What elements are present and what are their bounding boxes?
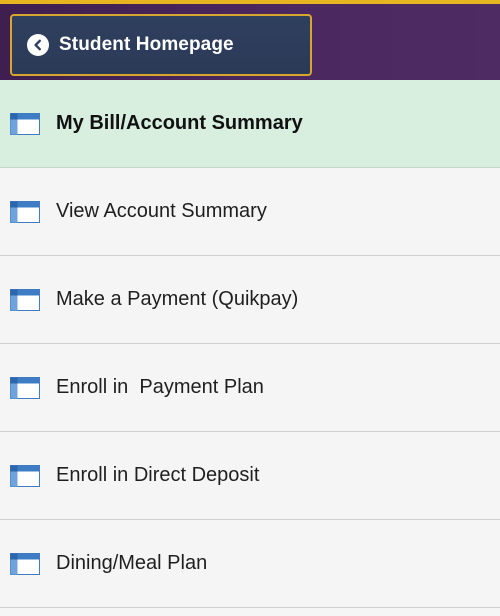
window-icon (10, 376, 44, 400)
chevron-left-circle-icon (27, 34, 49, 56)
window-icon (10, 112, 44, 136)
sidebar-menu: My Bill/Account Summary View Account Sum… (0, 80, 500, 608)
sidebar-item-make-a-payment[interactable]: Make a Payment (Quikpay) (0, 256, 500, 344)
sidebar-item-label: My Bill/Account Summary (56, 112, 303, 134)
window-icon (10, 200, 44, 224)
sidebar-item-label: View Account Summary (56, 200, 267, 222)
header-bar: Student Homepage (0, 0, 500, 80)
window-icon (10, 464, 44, 488)
sidebar-item-dining-meal-plan[interactable]: Dining/Meal Plan (0, 520, 500, 608)
sidebar-item-enroll-direct-deposit[interactable]: Enroll in Direct Deposit (0, 432, 500, 520)
sidebar-item-label: Enroll in Payment Plan (56, 376, 264, 398)
sidebar-item-my-bill-account-summary[interactable]: My Bill/Account Summary (0, 80, 500, 168)
sidebar-item-enroll-payment-plan[interactable]: Enroll in Payment Plan (0, 344, 500, 432)
student-homepage-label: Student Homepage (59, 34, 234, 55)
window-icon (10, 552, 44, 576)
sidebar-item-label: Enroll in Direct Deposit (56, 464, 260, 486)
sidebar-item-label: Dining/Meal Plan (56, 552, 208, 574)
window-icon (10, 288, 44, 312)
sidebar-item-view-account-summary[interactable]: View Account Summary (0, 168, 500, 256)
sidebar-item-label: Make a Payment (Quikpay) (56, 288, 299, 310)
student-homepage-button[interactable]: Student Homepage (10, 14, 312, 76)
